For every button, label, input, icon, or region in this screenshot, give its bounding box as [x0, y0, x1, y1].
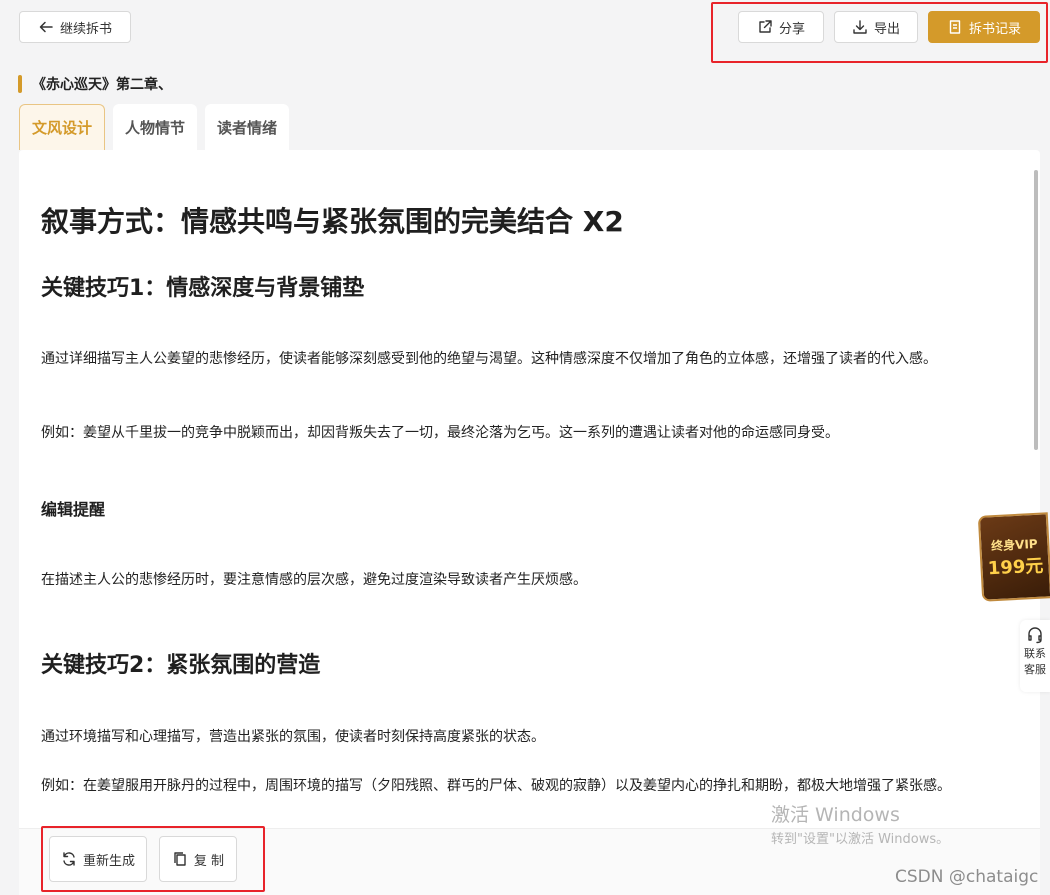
section1-title: 关键技巧1：情感深度与背景铺垫 — [41, 276, 365, 301]
customer-service-button[interactable]: 联系 客服 — [1020, 620, 1050, 692]
editor-note-paragraph: 在描述主人公的悲惨经历时，要注意情感的层次感，避免过度渲染导致读者产生厌烦感。 — [41, 572, 587, 588]
windows-activation-title: 激活 Windows — [771, 804, 900, 826]
tab-characters-plot[interactable]: 人物情节 — [113, 104, 197, 150]
service-line1: 联系 — [1024, 647, 1046, 660]
back-button-label: 继续拆书 — [59, 21, 112, 37]
windows-activation-hint: 转到"设置"以激活 Windows。 — [771, 832, 950, 847]
chapter-title-text: 《赤心巡天》第二章、 — [32, 77, 172, 93]
tab-reader-emotion[interactable]: 读者情绪 — [205, 104, 289, 150]
section2-paragraph2: 例如：在姜望服用开脉丹的过程中，周围环境的描写（夕阳残照、群丐的尸体、破观的寂静… — [41, 778, 951, 794]
section1-paragraph2: 例如：姜望从千里拔一的竞争中脱颖而出，却因背叛失去了一切，最终沦落为乞丐。这一系… — [41, 425, 839, 441]
chapter-title: 《赤心巡天》第二章、 — [18, 73, 172, 95]
title-accent-bar — [18, 75, 22, 93]
vip-promo-badge[interactable]: 终身VIP 199元 — [977, 512, 1050, 602]
article-heading: 叙事方式：情感共鸣与紧张氛围的完美结合 X2 — [41, 205, 624, 238]
editor-note-title: 编辑提醒 — [41, 500, 106, 519]
section2-title: 关键技巧2：紧张氛围的营造 — [41, 653, 321, 678]
service-line2: 客服 — [1024, 663, 1046, 676]
scrollbar-thumb[interactable] — [1034, 170, 1038, 450]
back-button[interactable]: 继续拆书 — [19, 11, 131, 43]
vip-price: 199元 — [987, 555, 1044, 579]
csdn-watermark: CSDN @chataigc — [895, 867, 1039, 887]
highlight-box-top — [711, 2, 1048, 63]
arrow-left-icon — [39, 21, 53, 33]
section1-paragraph1: 通过详细描写主人公姜望的悲惨经历，使读者能够深刻感受到他的绝望与渴望。这种情感深… — [41, 351, 937, 367]
section2-paragraph1: 通过环境描写和心理描写，营造出紧张的氛围，使读者时刻保持高度紧张的状态。 — [41, 729, 545, 745]
headset-icon — [1028, 627, 1042, 644]
highlight-box-bottom — [41, 826, 265, 892]
tab-style-design[interactable]: 文风设计 — [19, 104, 105, 150]
content-card: 叙事方式：情感共鸣与紧张氛围的完美结合 X2 关键技巧1：情感深度与背景铺垫 通… — [19, 150, 1040, 895]
